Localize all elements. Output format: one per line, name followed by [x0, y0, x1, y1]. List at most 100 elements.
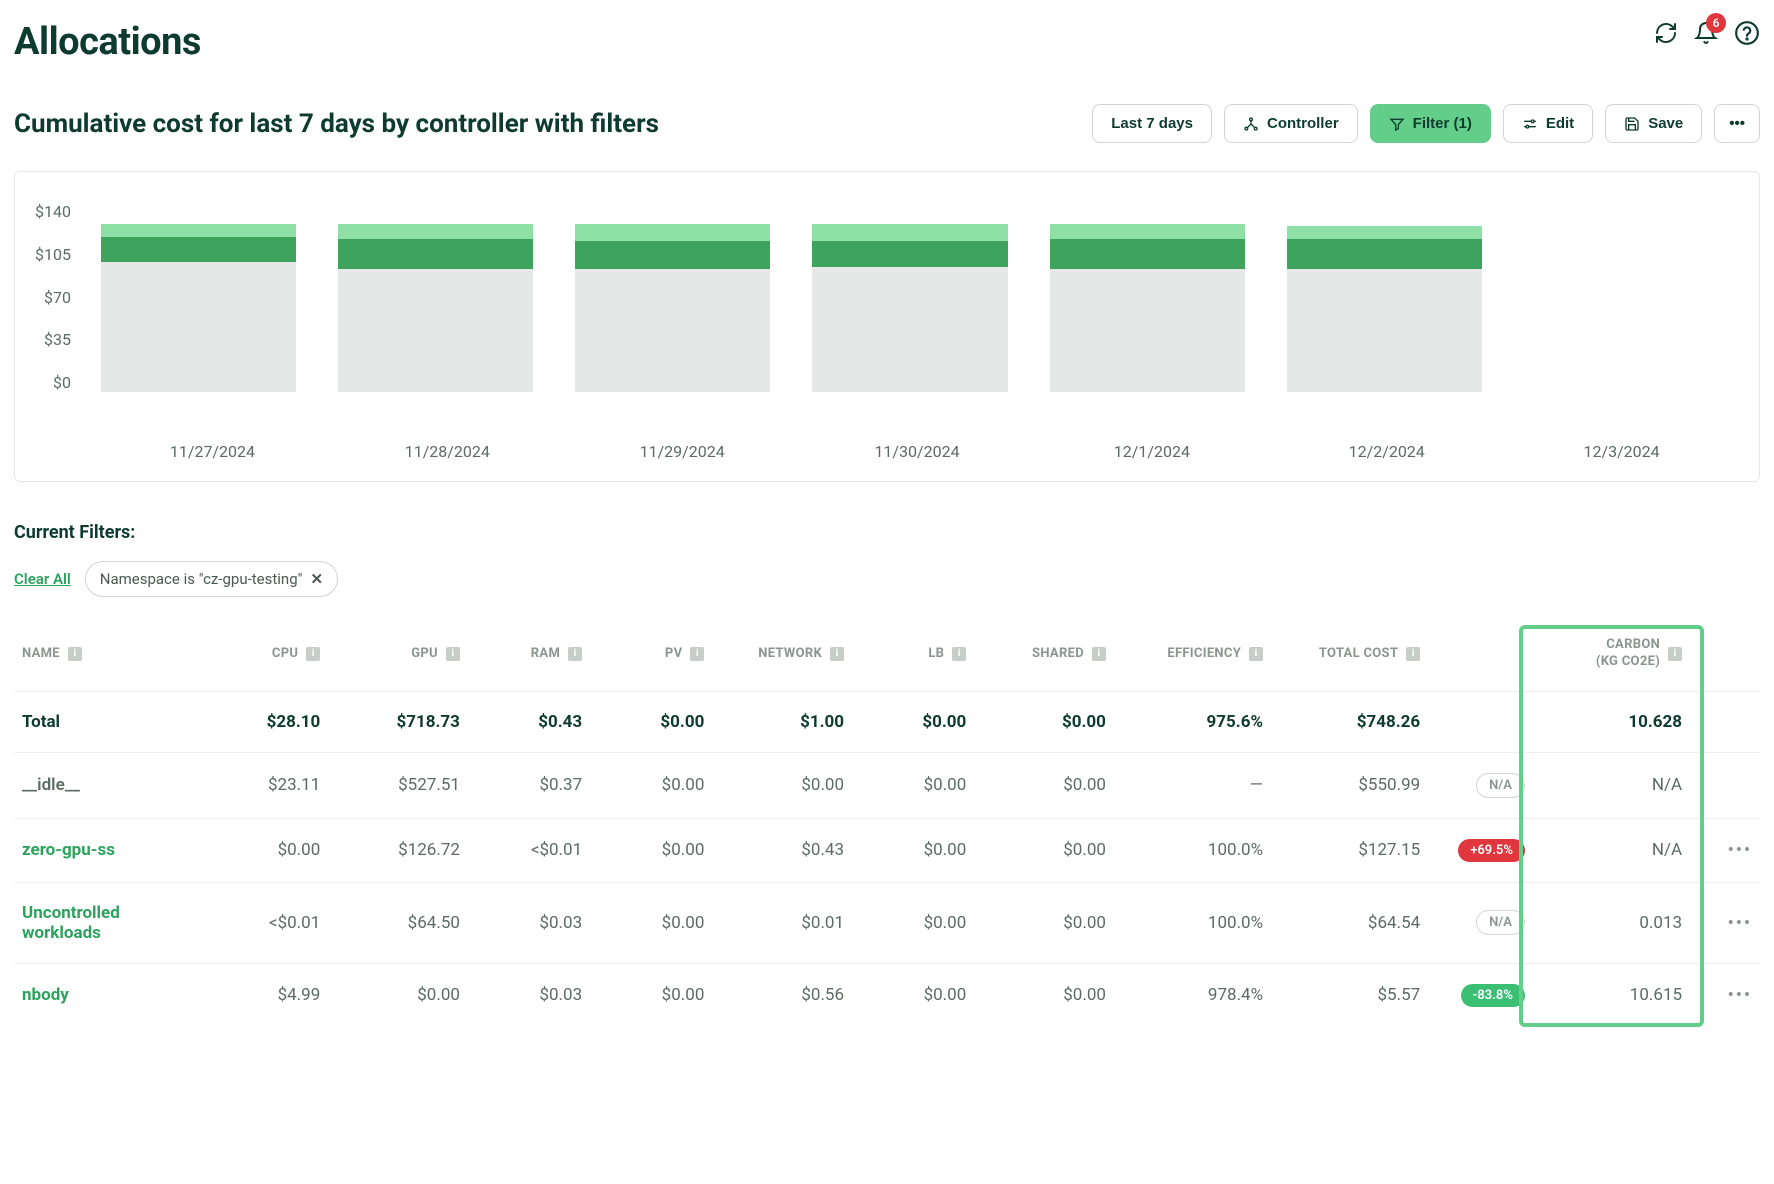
remove-filter-icon[interactable]: ✕: [310, 570, 323, 588]
more-icon: •••: [1729, 115, 1745, 132]
bar-column[interactable]: [1287, 202, 1482, 392]
info-icon[interactable]: i: [1092, 647, 1106, 661]
bar-column[interactable]: [1524, 202, 1719, 392]
y-axis: $140$105$70$35$0: [35, 202, 81, 392]
info-icon[interactable]: i: [1406, 647, 1420, 661]
cell-cpu: $23.11: [206, 752, 328, 818]
cell-pv: $0.00: [590, 882, 712, 963]
cell-lb: $0.00: [852, 818, 974, 882]
cell-total: $5.57: [1271, 963, 1428, 1027]
table-row: nbody$4.99$0.00$0.03$0.00$0.56$0.00$0.00…: [14, 963, 1760, 1027]
cell-total: $127.15: [1271, 818, 1428, 882]
cell-network: $0.01: [712, 882, 852, 963]
cell-ram: $0.03: [468, 963, 590, 1027]
x-tick: 11/28/2024: [330, 442, 565, 461]
th-gpu[interactable]: GPUi: [328, 625, 468, 691]
cell-efficiency: 978.4%: [1114, 963, 1271, 1027]
date-range-button[interactable]: Last 7 days: [1092, 104, 1212, 143]
bar-seg-mid: [338, 239, 533, 269]
info-icon[interactable]: i: [690, 647, 704, 661]
cell-carbon: N/A: [1533, 752, 1690, 818]
x-tick: 12/3/2024: [1504, 442, 1739, 461]
cell-ram: $0.37: [468, 752, 590, 818]
info-icon[interactable]: i: [68, 647, 82, 661]
bell-icon[interactable]: 6: [1694, 21, 1718, 45]
th-network[interactable]: NETWORKi: [712, 625, 852, 691]
cell-lb: $0.00: [852, 752, 974, 818]
cost-delta-badge: -83.8%: [1461, 984, 1525, 1007]
cell-cpu: $0.00: [206, 818, 328, 882]
date-range-label: Last 7 days: [1111, 115, 1193, 132]
cell-pv: $0.00: [590, 691, 712, 752]
th-cpu[interactable]: CPUi: [206, 625, 328, 691]
table-row: Uncontrolled workloads<$0.01$64.50$0.03$…: [14, 882, 1760, 963]
bar-seg-grey: [1050, 269, 1245, 393]
y-tick: $140: [35, 202, 71, 221]
th-shared[interactable]: SHAREDi: [974, 625, 1114, 691]
table-row: __idle__$23.11$527.51$0.37$0.00$0.00$0.0…: [14, 752, 1760, 818]
info-icon[interactable]: i: [568, 647, 582, 661]
bar-seg-light: [812, 224, 1007, 242]
info-icon[interactable]: i: [306, 647, 320, 661]
controller-button[interactable]: Controller: [1224, 104, 1358, 143]
x-axis: 11/27/202411/28/202411/29/202411/30/2024…: [35, 442, 1739, 461]
info-icon[interactable]: i: [830, 647, 844, 661]
cell-network: $0.00: [712, 752, 852, 818]
help-icon[interactable]: [1734, 20, 1760, 46]
cell-gpu: $64.50: [328, 882, 468, 963]
th-pv[interactable]: PVi: [590, 625, 712, 691]
cell-total: $64.54: [1271, 882, 1428, 963]
bar-column[interactable]: [101, 202, 296, 392]
y-tick: $105: [35, 245, 71, 264]
refresh-icon[interactable]: [1654, 21, 1678, 45]
chart-panel: $140$105$70$35$0 11/27/202411/28/202411/…: [14, 171, 1760, 482]
filter-button[interactable]: Filter (1): [1370, 104, 1491, 143]
notification-badge: 6: [1706, 13, 1726, 33]
th-efficiency[interactable]: EFFICIENCYi: [1114, 625, 1271, 691]
row-name: Total: [22, 712, 60, 732]
row-name-link[interactable]: zero-gpu-ss: [22, 840, 115, 860]
filters-heading: Current Filters:: [14, 522, 1760, 543]
info-icon[interactable]: i: [1249, 647, 1263, 661]
cost-delta-badge: +69.5%: [1458, 839, 1525, 862]
bar-column[interactable]: [575, 202, 770, 392]
controller-label: Controller: [1267, 115, 1339, 132]
more-button[interactable]: •••: [1714, 104, 1760, 143]
cell-ram: <$0.01: [468, 818, 590, 882]
row-name-link[interactable]: nbody: [22, 985, 69, 1005]
info-icon[interactable]: i: [952, 647, 966, 661]
cell-efficiency: 100.0%: [1114, 818, 1271, 882]
bar-column[interactable]: [1050, 202, 1245, 392]
info-icon[interactable]: i: [446, 647, 460, 661]
bar-seg-light: [1050, 224, 1245, 239]
page-title: Allocations: [14, 20, 201, 64]
edit-button[interactable]: Edit: [1503, 104, 1593, 143]
table-row: zero-gpu-ss$0.00$126.72<$0.01$0.00$0.43$…: [14, 818, 1760, 882]
th-carbon[interactable]: CARBON(KG CO2E) i: [1533, 625, 1690, 691]
x-tick: 11/27/2024: [95, 442, 330, 461]
th-ram[interactable]: RAMi: [468, 625, 590, 691]
cell-shared: $0.00: [974, 818, 1114, 882]
th-total-cost[interactable]: TOTAL COSTi: [1271, 625, 1428, 691]
row-more-icon[interactable]: •••: [1728, 985, 1752, 1005]
cell-lb: $0.00: [852, 882, 974, 963]
row-more-icon[interactable]: •••: [1728, 913, 1752, 933]
th-name[interactable]: NAMEi: [14, 625, 206, 691]
bar-column[interactable]: [338, 202, 533, 392]
cell-lb: $0.00: [852, 963, 974, 1027]
row-name-link[interactable]: Uncontrolled workloads: [22, 903, 120, 943]
bar-seg-grey: [101, 262, 296, 392]
clear-filters-link[interactable]: Clear All: [14, 570, 71, 588]
cost-delta-badge: N/A: [1476, 910, 1525, 935]
bar-seg-grey: [1287, 269, 1482, 393]
cell-shared: $0.00: [974, 691, 1114, 752]
bar-seg-light: [575, 224, 770, 242]
bar-column[interactable]: [812, 202, 1007, 392]
subtitle: Cumulative cost for last 7 days by contr…: [14, 109, 659, 139]
info-icon[interactable]: i: [1668, 647, 1682, 661]
cost-delta-badge: N/A: [1476, 773, 1525, 798]
cell-shared: $0.00: [974, 882, 1114, 963]
save-button[interactable]: Save: [1605, 104, 1702, 143]
th-lb[interactable]: LBi: [852, 625, 974, 691]
row-more-icon[interactable]: •••: [1728, 840, 1752, 860]
